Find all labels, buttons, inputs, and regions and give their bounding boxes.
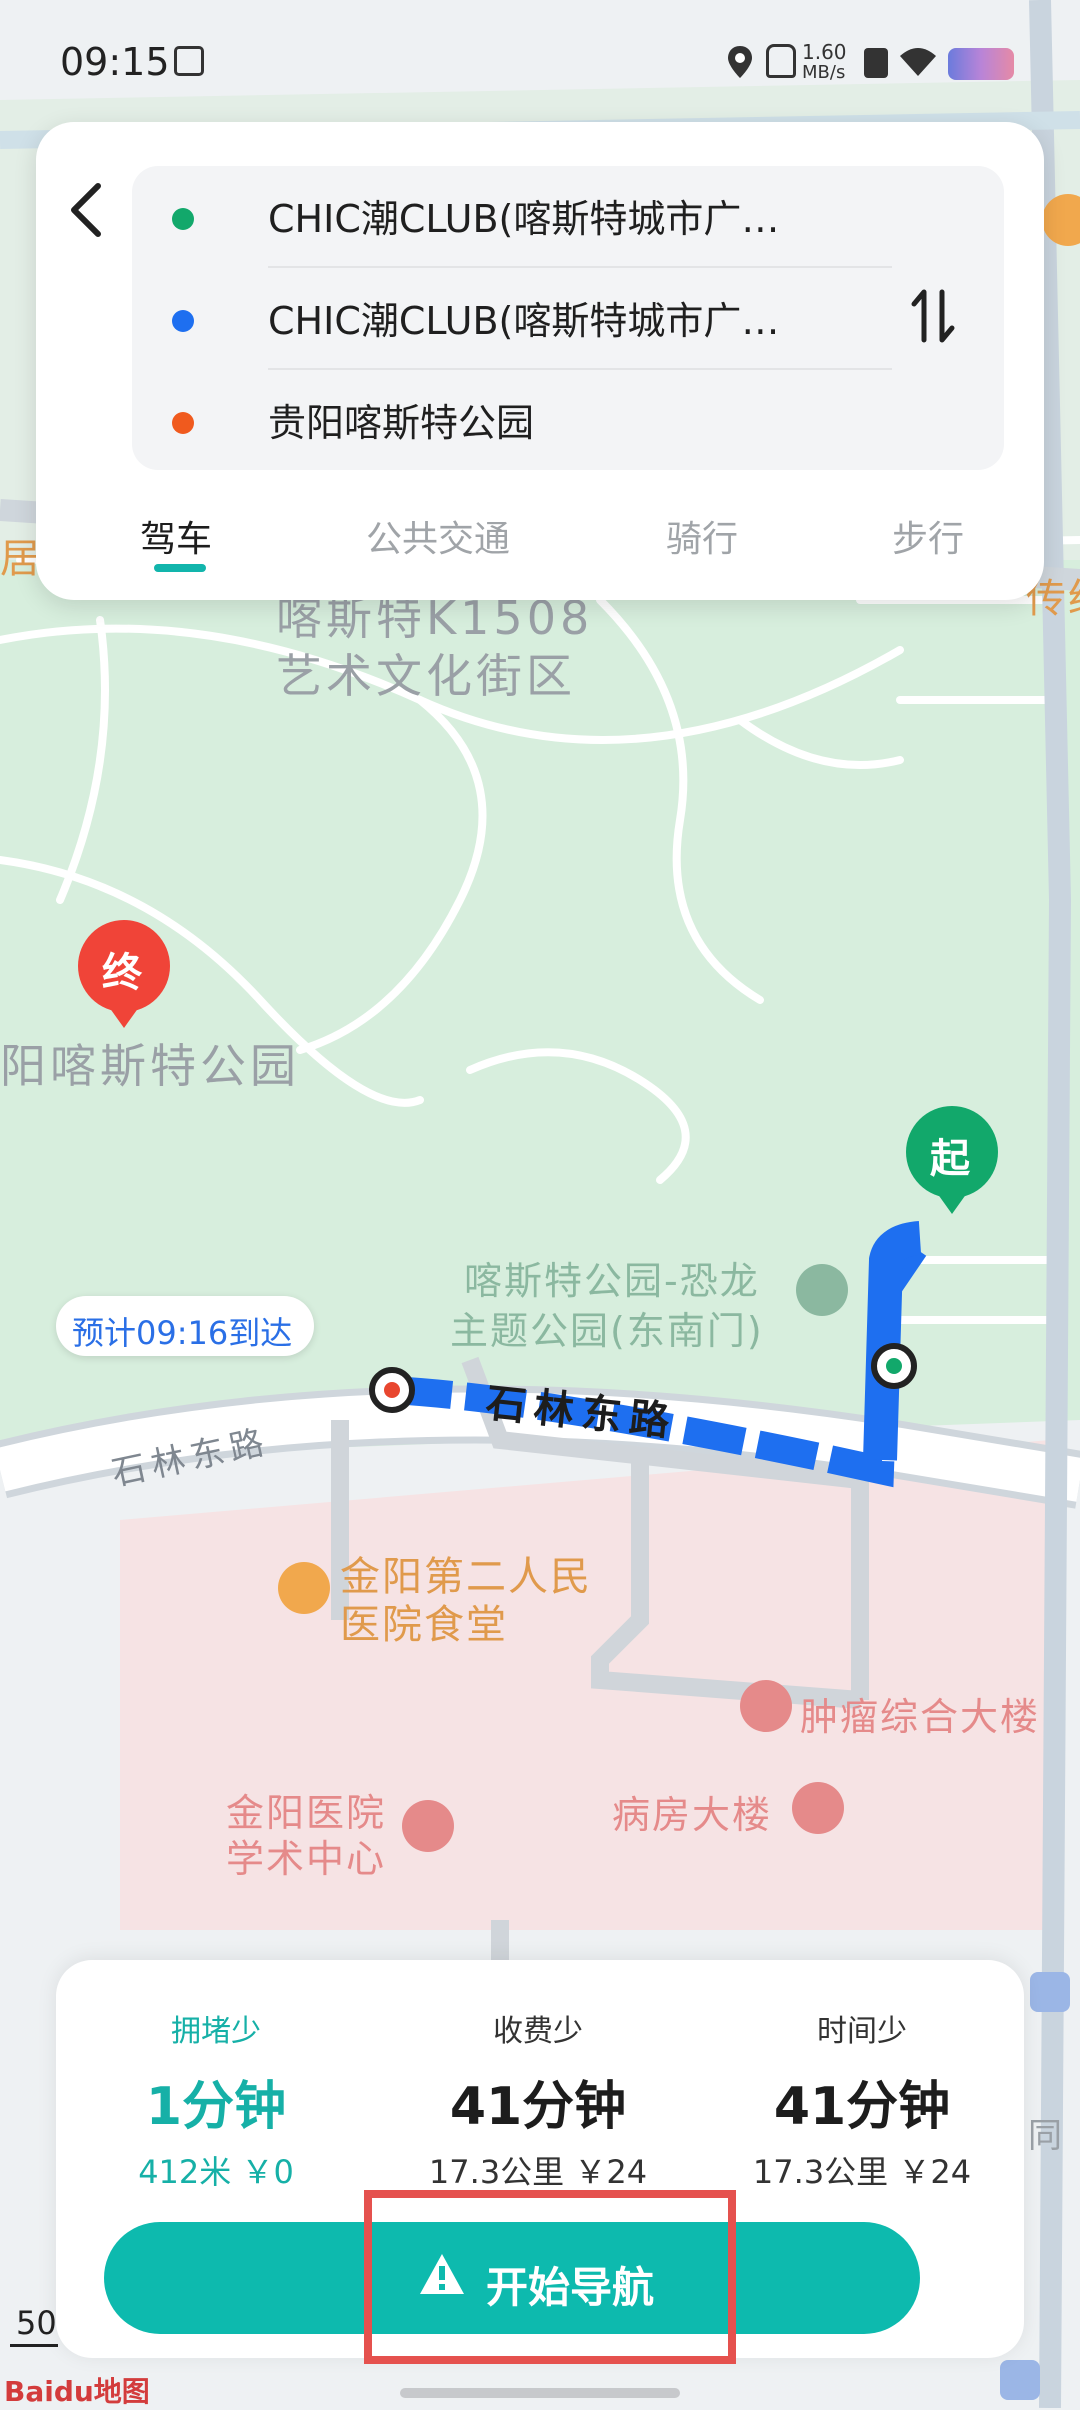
option-meta: 17.3公里 ￥24 xyxy=(428,2153,648,2191)
option-title: 拥堵少 xyxy=(171,2014,261,2049)
highlight-box xyxy=(364,2190,736,2364)
option-title: 收费少 xyxy=(493,2014,583,2049)
tab-drive[interactable]: 驾车 xyxy=(140,510,212,562)
route-start-row[interactable]: CHIC潮CLUB(喀斯特城市广… xyxy=(132,166,912,266)
destination-dot-icon xyxy=(172,412,194,434)
swap-icon[interactable] xyxy=(908,286,958,346)
tab-transit[interactable]: 公共交通 xyxy=(366,510,510,562)
map-label-dino-gate-2: 主题公园(东南门) xyxy=(450,1309,764,1353)
option-meta: 412米 ￥0 xyxy=(138,2153,294,2191)
map-label-canteen-2: 医院食堂 xyxy=(340,1602,508,1648)
back-arrow-icon[interactable] xyxy=(64,180,108,240)
route-option-1[interactable]: 拥堵少 1分钟 412米 ￥0 xyxy=(56,2006,376,2193)
route-destination-text[interactable]: 贵阳喀斯特公园 xyxy=(268,392,828,447)
route-start-text[interactable]: CHIC潮CLUB(喀斯特城市广… xyxy=(268,188,828,243)
home-indicator[interactable] xyxy=(400,2388,680,2398)
map-scale-bar xyxy=(10,2344,58,2347)
tab-active-indicator xyxy=(154,564,206,572)
route-input-box: CHIC潮CLUB(喀斯特城市广… CHIC潮CLUB(喀斯特城市广… 贵阳喀斯… xyxy=(132,166,1004,470)
sim-icon xyxy=(864,48,888,78)
route-via-row[interactable]: CHIC潮CLUB(喀斯特城市广… xyxy=(132,268,912,368)
map-label-dino-gate: 喀斯特公园-恐龙 xyxy=(464,1259,760,1303)
option-time: 41分钟 xyxy=(449,2077,627,2137)
location-icon xyxy=(728,46,752,78)
via-dot-icon xyxy=(172,310,194,332)
start-marker-label[interactable]: 起 xyxy=(930,1126,970,1184)
net-speed-value: 1.60 xyxy=(802,40,847,64)
map-label-tumor-building: 肿瘤综合大楼 xyxy=(800,1695,1041,1739)
wifi-icon xyxy=(900,48,936,76)
mute-icon xyxy=(766,44,796,78)
eta-text: 预计09:16到达 xyxy=(72,1314,293,1352)
option-time: 41分钟 xyxy=(773,2077,951,2137)
route-option-3[interactable]: 时间少 41分钟 17.3公里 ￥24 xyxy=(702,2006,1022,2193)
map-label-art-block-2: 艺术文化街区 xyxy=(276,649,576,703)
map-label-edge-right-bottom: 同 xyxy=(1028,2116,1066,2156)
tab-ride[interactable]: 骑行 xyxy=(666,510,738,562)
clipboard-icon xyxy=(174,46,204,76)
start-dot-icon xyxy=(172,208,194,230)
map-label-ward-building: 病房大楼 xyxy=(612,1793,773,1837)
status-time: 09:15 xyxy=(60,40,170,84)
option-time: 1分钟 xyxy=(145,2077,287,2137)
tab-walk[interactable]: 步行 xyxy=(892,510,964,562)
status-bar: 09:15 1.60 MB/s xyxy=(0,0,1080,120)
option-title: 时间少 xyxy=(817,2014,907,2049)
map-scale: 50 xyxy=(16,2304,57,2342)
route-destination-row[interactable]: 贵阳喀斯特公园 xyxy=(132,370,912,470)
end-marker-label[interactable]: 终 xyxy=(102,940,142,998)
map-label-academic-2: 学术中心 xyxy=(226,1837,387,1881)
map-label-park: 阳喀斯特公园 xyxy=(0,1039,300,1093)
option-meta: 17.3公里 ￥24 xyxy=(752,2153,972,2191)
route-card: CHIC潮CLUB(喀斯特城市广… CHIC潮CLUB(喀斯特城市广… 贵阳喀斯… xyxy=(36,122,1044,600)
route-option-2[interactable]: 收费少 41分钟 17.3公里 ￥24 xyxy=(378,2006,698,2193)
battery-icon xyxy=(948,48,1014,80)
baidu-logo: Baidu地图 xyxy=(4,2375,150,2408)
net-speed-unit: MB/s xyxy=(802,62,846,83)
route-via-text[interactable]: CHIC潮CLUB(喀斯特城市广… xyxy=(268,290,828,345)
